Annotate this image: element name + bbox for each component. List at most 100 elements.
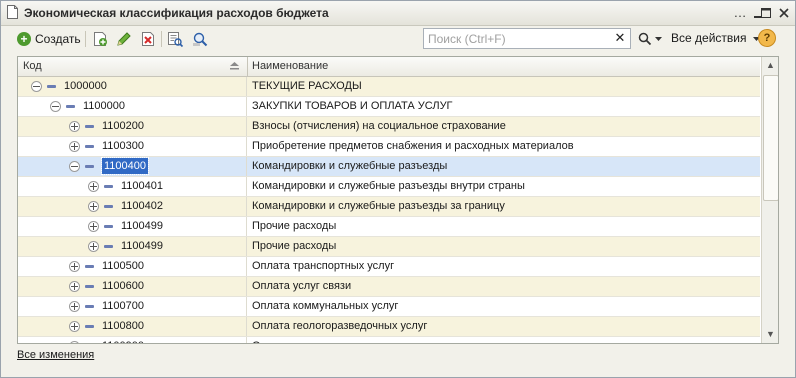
plus-icon: + <box>17 32 31 46</box>
expand-node-icon[interactable] <box>88 221 99 232</box>
table-row[interactable]: 1000000 ТЕКУЩИЕ РАСХОДЫ <box>18 77 760 97</box>
code-cell[interactable]: 1100402 <box>18 197 247 216</box>
delete-mark-icon[interactable] <box>139 30 157 48</box>
clear-search-icon[interactable]: ✕ <box>613 30 627 46</box>
expand-node-icon[interactable] <box>69 341 80 343</box>
code-text: 1100402 <box>121 200 164 212</box>
search-field[interactable]: ✕ <box>423 28 631 49</box>
code-cell[interactable]: 1100600 <box>18 277 247 296</box>
chevron-down-icon <box>655 36 662 41</box>
help-button[interactable]: ? <box>758 29 776 47</box>
classification-tree-table[interactable]: Код Наименование 1000000 ТЕКУЩИЕ РАСХОДЫ 1… <box>17 56 779 344</box>
table-row[interactable]: 1100401 Командировки и служебные разъезды… <box>18 177 760 197</box>
group-item-icon <box>47 85 56 88</box>
all-actions-label: Все действия <box>671 31 747 45</box>
name-cell[interactable]: ЗАКУПКИ ТОВАРОВ И ОПЛАТА УСЛУГ <box>252 97 453 116</box>
expand-node-icon[interactable] <box>69 321 80 332</box>
name-cell[interactable]: Взносы (отчисления) на социальное страхо… <box>252 117 506 136</box>
group-item-icon <box>104 245 113 248</box>
code-cell[interactable]: 1000000 <box>18 77 247 96</box>
collapse-node-icon[interactable] <box>31 81 42 92</box>
search-button[interactable] <box>638 30 662 48</box>
expand-node-icon[interactable] <box>69 261 80 272</box>
search-input[interactable] <box>426 30 610 48</box>
column-header-code[interactable]: Код <box>18 57 248 76</box>
name-cell[interactable]: Оплата геологоразведочных услуг <box>252 317 427 336</box>
name-cell[interactable]: Прочие расходы <box>252 217 336 236</box>
table-row[interactable]: 1100600 Оплата услуг связи <box>18 277 760 297</box>
code-text: 1100500 <box>102 260 145 272</box>
code-cell[interactable]: 1100000 <box>18 97 247 116</box>
name-cell[interactable]: Командировки и служебные разъезды <box>252 157 447 176</box>
code-text: 1100200 <box>102 120 145 132</box>
expand-node-icon[interactable] <box>88 201 99 212</box>
code-cell[interactable]: 1100900 <box>18 337 247 343</box>
expand-node-icon[interactable] <box>69 121 80 132</box>
table-row[interactable]: 1100200 Взносы (отчисления) на социальное… <box>18 117 760 137</box>
code-cell[interactable]: 1100200 <box>18 117 247 136</box>
vertical-scrollbar[interactable]: ▲ ▼ <box>761 57 778 343</box>
sort-ascending-icon <box>230 62 239 70</box>
group-item-icon <box>85 125 94 128</box>
expand-node-icon[interactable] <box>69 301 80 312</box>
table-row[interactable]: 1100500 Оплата транспортных услуг <box>18 257 760 277</box>
group-item-icon <box>104 225 113 228</box>
code-cell[interactable]: 1100500 <box>18 257 247 276</box>
name-cell[interactable]: Командировки и служебные разъезды внутри… <box>252 177 525 196</box>
all-actions-menu[interactable]: Все действия <box>671 31 760 45</box>
close-icon[interactable] <box>776 5 792 21</box>
table-row[interactable]: 1100000 ЗАКУПКИ ТОВАРОВ И ОПЛАТА УСЛУГ <box>18 97 760 117</box>
code-text: 1100400 <box>100 157 150 175</box>
create-button[interactable]: + Создать <box>17 29 81 49</box>
collapse-node-icon[interactable] <box>69 161 80 172</box>
table-row[interactable]: 1100402 Командировки и служебные разъезды… <box>18 197 760 217</box>
group-item-icon <box>85 325 94 328</box>
code-cell[interactable]: 1100300 <box>18 137 247 156</box>
code-cell[interactable]: 1100499 <box>18 217 247 236</box>
table-row[interactable]: 1100800 Оплата геологоразведочных услуг <box>18 317 760 337</box>
code-text: 1100401 <box>121 180 164 192</box>
code-text: 1100499 <box>121 240 164 252</box>
table-row[interactable]: 1100300 Приобретение предметов снабжения … <box>18 137 760 157</box>
more-icon[interactable]: … <box>732 5 748 21</box>
code-text: 1100600 <box>102 280 145 292</box>
find-in-list-icon[interactable] <box>191 30 209 48</box>
table-row[interactable]: 1100700 Оплата коммунальных услуг <box>18 297 760 317</box>
table-row[interactable]: 1100499 Прочие расходы <box>18 217 760 237</box>
edit-pencil-icon[interactable] <box>115 30 133 48</box>
scroll-up-icon[interactable]: ▲ <box>762 57 778 74</box>
title-bar[interactable]: Экономическая классификация расходов бюд… <box>1 1 795 26</box>
name-cell[interactable]: Прочие расходы <box>252 237 336 256</box>
name-cell[interactable]: Командировки и служебные разъезды за гра… <box>252 197 505 216</box>
code-cell[interactable]: 1100401 <box>18 177 247 196</box>
code-cell[interactable]: 1100400 <box>18 157 247 176</box>
name-cell[interactable]: Оплата услуг по типовому проектированию <box>252 337 474 343</box>
scrollbar-thumb[interactable] <box>763 75 778 201</box>
table-row[interactable]: 1100499 Прочие расходы <box>18 237 760 257</box>
name-cell[interactable]: Оплата услуг связи <box>252 277 351 296</box>
add-copy-icon[interactable] <box>91 30 109 48</box>
table-row[interactable]: 1100900 Оплата услуг по типовому проектир… <box>18 337 760 343</box>
expand-node-icon[interactable] <box>69 141 80 152</box>
expand-node-icon[interactable] <box>88 181 99 192</box>
scroll-down-icon[interactable]: ▼ <box>762 326 778 343</box>
group-item-icon <box>104 185 113 188</box>
group-item-icon <box>85 165 94 168</box>
code-cell[interactable]: 1100800 <box>18 317 247 336</box>
name-cell[interactable]: Оплата коммунальных услуг <box>252 297 398 316</box>
all-changes-link[interactable]: Все изменения <box>17 349 94 361</box>
code-cell[interactable]: 1100700 <box>18 297 247 316</box>
code-cell[interactable]: 1100499 <box>18 237 247 256</box>
expand-node-icon[interactable] <box>69 281 80 292</box>
table-header: Код Наименование <box>18 57 760 77</box>
maximize-icon[interactable] <box>758 5 774 21</box>
name-cell[interactable]: Оплата транспортных услуг <box>252 257 394 276</box>
name-cell[interactable]: Приобретение предметов снабжения и расхо… <box>252 137 574 156</box>
expand-node-icon[interactable] <box>88 241 99 252</box>
table-row[interactable]: 1100400 Командировки и служебные разъезды <box>18 157 760 177</box>
name-cell[interactable]: ТЕКУЩИЕ РАСХОДЫ <box>252 77 362 96</box>
column-header-name[interactable]: Наименование <box>247 57 760 76</box>
create-button-label: Создать <box>35 32 81 46</box>
list-find-icon[interactable] <box>166 30 184 48</box>
collapse-node-icon[interactable] <box>50 101 61 112</box>
